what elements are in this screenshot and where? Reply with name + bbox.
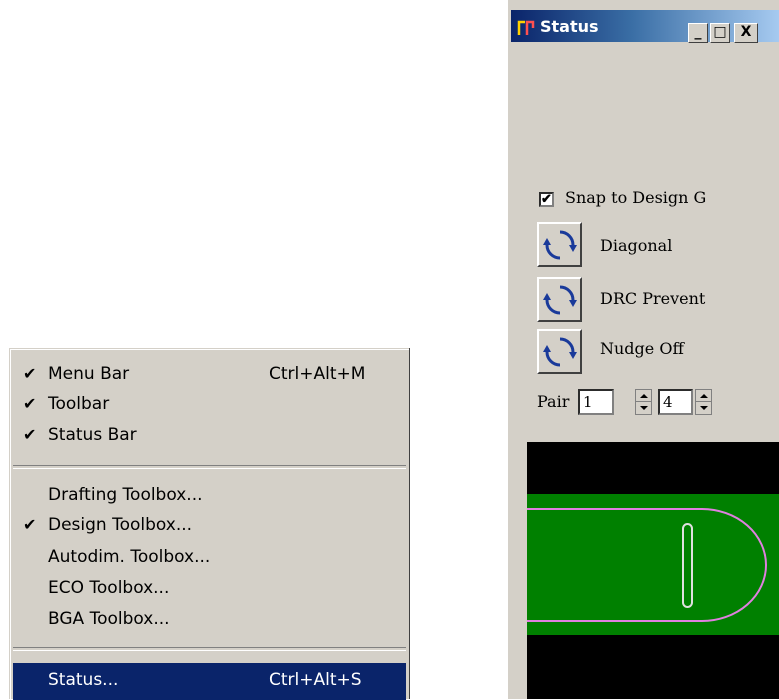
- close-icon: X: [740, 24, 752, 40]
- pair-end-spinner[interactable]: [695, 389, 712, 415]
- menu-item-menu-bar[interactable]: ✔ Menu Bar Ctrl+Alt+M: [13, 359, 406, 389]
- minimize-icon: _: [694, 24, 702, 40]
- minimize-button[interactable]: _: [688, 23, 708, 43]
- menu-separator: [13, 647, 406, 651]
- menu-item-label: Menu Bar: [48, 364, 130, 384]
- maximize-button[interactable]: □: [710, 23, 730, 43]
- menu-item-shortcut: Ctrl+Alt+S: [269, 670, 362, 690]
- menu-item-drafting-toolbox[interactable]: Drafting Toolbox...: [13, 480, 406, 510]
- menu-item-label: Status...: [48, 670, 119, 690]
- title-bar[interactable]: Status _ □ X: [511, 10, 779, 43]
- menu-item-eco-toolbox[interactable]: ECO Toolbox...: [13, 573, 406, 603]
- menu-item-label: ECO Toolbox...: [48, 578, 170, 598]
- menu-item-label: Autodim. Toolbox...: [48, 547, 211, 567]
- drc-prevent-label: DRC Prevent: [600, 289, 706, 308]
- cycle-arrows-icon: [543, 285, 577, 315]
- spin-divider: [696, 401, 711, 402]
- window-title: Status: [540, 17, 599, 36]
- menu-item-label: Toolbar: [48, 394, 110, 414]
- status-window: Status _ □ X ✔ Snap to Design G Diagonal: [508, 0, 779, 699]
- view-menu: ✔ Menu Bar Ctrl+Alt+M ✔ Toolbar ✔ Status…: [9, 348, 409, 700]
- diagonal-label: Diagonal: [600, 236, 673, 255]
- menu-item-status-bar[interactable]: ✔ Status Bar: [13, 420, 406, 450]
- board-layer: [527, 494, 779, 635]
- checkmark-icon: ✔: [23, 394, 37, 413]
- menu-item-label: Drafting Toolbox...: [48, 485, 203, 505]
- close-button[interactable]: X: [734, 23, 758, 43]
- menu-item-status[interactable]: Status... Ctrl+Alt+S: [13, 663, 406, 700]
- spin-down-icon: [700, 406, 708, 410]
- menu-item-label: Design Toolbox...: [48, 515, 193, 535]
- checkmark-icon: ✔: [23, 515, 37, 534]
- cycle-arrows-icon: [543, 337, 577, 367]
- checkmark-icon: ✔: [23, 364, 37, 383]
- layer-preview: [527, 442, 779, 699]
- menu-item-shortcut: Ctrl+Alt+M: [269, 364, 366, 384]
- pair-start-spinner[interactable]: [635, 389, 652, 415]
- diagonal-toggle-button[interactable]: [537, 222, 582, 267]
- snap-label: Snap to Design G: [565, 188, 707, 207]
- menu-item-label: Status Bar: [48, 425, 137, 445]
- drc-prevent-toggle-button[interactable]: [537, 277, 582, 322]
- spin-up-icon: [640, 394, 648, 398]
- checkmark-icon: ✔: [541, 192, 552, 207]
- menu-item-bga-toolbox[interactable]: BGA Toolbox...: [13, 604, 406, 634]
- spin-divider: [636, 401, 651, 402]
- menu-item-autodim-toolbox[interactable]: Autodim. Toolbox...: [13, 542, 406, 572]
- pair-end-field[interactable]: 4: [658, 389, 693, 415]
- checkbox-box[interactable]: ✔: [539, 192, 554, 207]
- maximize-icon: □: [713, 24, 727, 40]
- pair-start-field[interactable]: 1: [578, 389, 614, 415]
- checkmark-icon: ✔: [23, 425, 37, 444]
- nudge-label: Nudge Off: [600, 339, 684, 358]
- menu-item-design-toolbox[interactable]: ✔ Design Toolbox...: [13, 510, 406, 540]
- menu-item-label: BGA Toolbox...: [48, 609, 170, 629]
- pair-label: Pair: [537, 392, 570, 411]
- app-icon: [517, 20, 535, 35]
- menu-item-toolbar[interactable]: ✔ Toolbar: [13, 389, 406, 419]
- spin-up-icon: [700, 394, 708, 398]
- menu-separator: [13, 465, 406, 469]
- cycle-arrows-icon: [543, 230, 577, 260]
- spin-down-icon: [640, 406, 648, 410]
- nudge-toggle-button[interactable]: [537, 329, 582, 374]
